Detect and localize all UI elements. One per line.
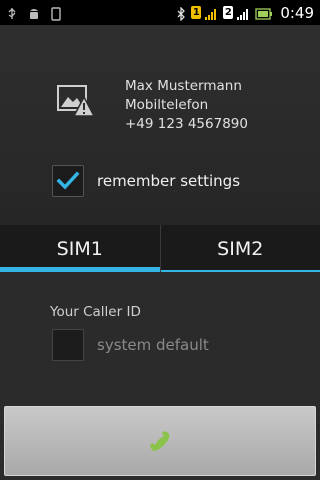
contact-name: Max Mustermann: [125, 78, 242, 94]
checkmark-icon: [56, 171, 80, 190]
system-default-row[interactable]: system default: [52, 329, 209, 361]
sim1-signal-icon: [205, 6, 219, 20]
contact-info: Max Mustermann Mobiltelefon +49 123 4567…: [125, 77, 248, 134]
clock: 0:49: [280, 3, 314, 22]
bluetooth-icon: [175, 5, 187, 22]
android-debug-icon: [28, 6, 40, 20]
call-button[interactable]: [4, 406, 316, 476]
caller-id-label: Your Caller ID: [50, 304, 141, 320]
contact-panel: Max Mustermann Mobiltelefon +49 123 4567…: [0, 25, 320, 225]
usb-icon: [6, 6, 18, 20]
contact-photo-placeholder-icon: [56, 83, 96, 119]
phone-handset-icon: [150, 431, 170, 451]
battery-icon: [255, 6, 273, 20]
system-default-label: system default: [97, 336, 209, 354]
tab-sim1-label: SIM1: [56, 237, 103, 260]
sd-card-icon: [50, 6, 62, 21]
remember-settings-checkbox[interactable]: [52, 165, 84, 197]
sim1-badge: 1: [191, 6, 202, 19]
tab-sim2-label: SIM2: [217, 237, 264, 260]
remember-settings-row[interactable]: remember settings: [52, 165, 240, 197]
status-bar: 1 2 0:49: [0, 0, 320, 25]
tab-sim2[interactable]: SIM2: [159, 225, 320, 272]
sim2-badge: 2: [223, 6, 234, 19]
tab-sim1[interactable]: SIM1: [0, 225, 160, 272]
sim-tabs: SIM1 SIM2: [0, 225, 320, 272]
system-default-checkbox[interactable]: [52, 329, 84, 361]
contact-number: +49 123 4567890: [125, 116, 248, 132]
remember-settings-label: remember settings: [97, 172, 241, 190]
caller-id-panel: Your Caller ID system default: [0, 272, 320, 404]
sim2-signal-icon: [237, 6, 251, 20]
contact-number-type: Mobiltelefon: [125, 97, 209, 113]
